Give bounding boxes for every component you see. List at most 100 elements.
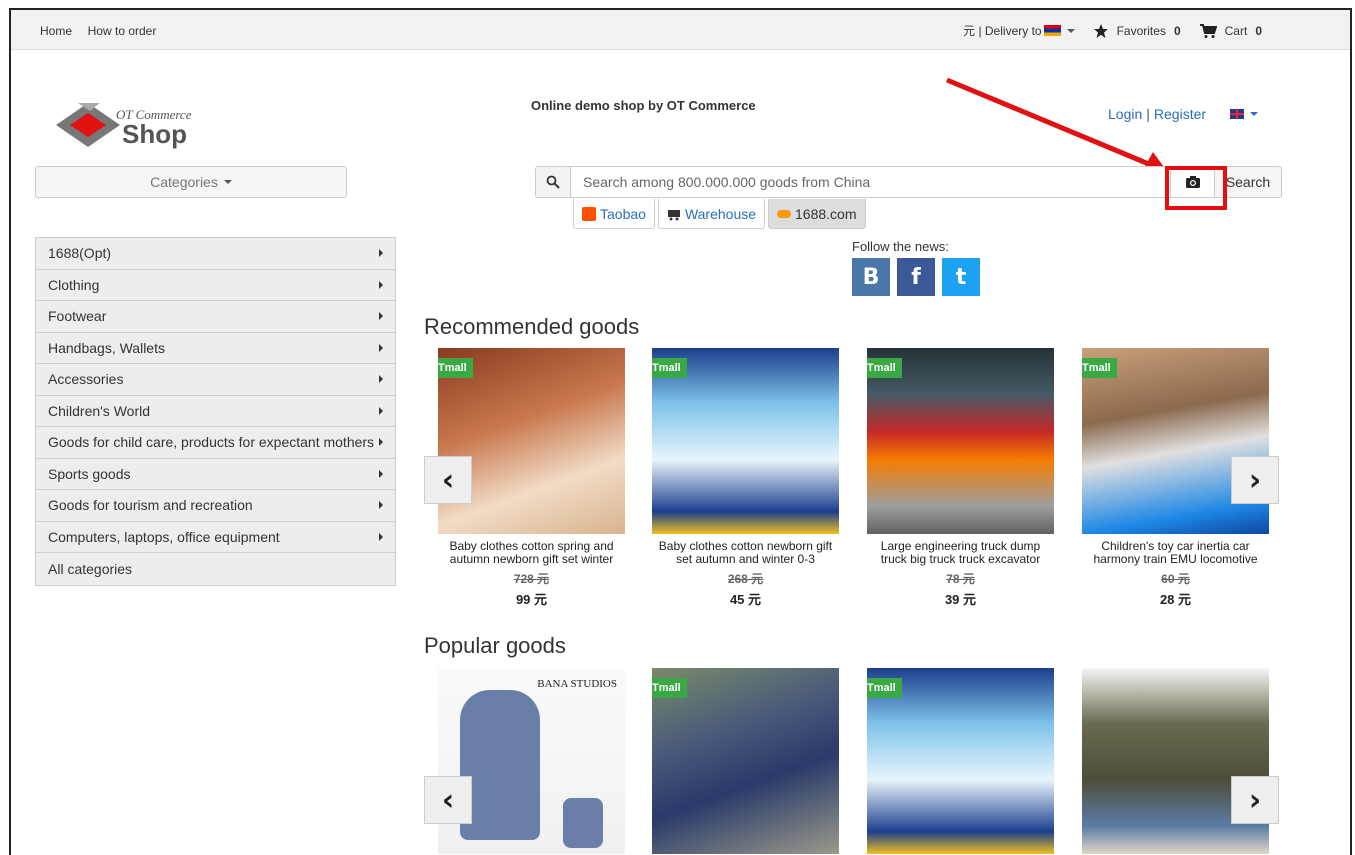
chevron-right-icon (379, 312, 383, 321)
uk-flag-icon[interactable] (1230, 109, 1245, 119)
categories-dropdown-button[interactable]: Categories (35, 166, 347, 198)
tmall-badge: Tmall (1082, 358, 1117, 378)
recommended-prev-button[interactable]: ‹ (424, 456, 472, 504)
vk-icon[interactable]: B (852, 258, 890, 296)
sidebar-item-all-categories[interactable]: All categories (36, 553, 395, 585)
cart-label: Cart (1224, 23, 1248, 38)
popular-title: Popular goods (424, 633, 566, 658)
provider-label: 1688.com (795, 205, 857, 222)
sidebar-item-label: Footwear (48, 308, 107, 325)
chevron-down-icon (1066, 28, 1075, 33)
armenia-flag-icon (1043, 25, 1061, 36)
favorites-link[interactable]: Favorites 0 (1093, 23, 1181, 39)
product-price: 45 元 (729, 592, 762, 607)
popular-prev-button[interactable]: ‹ (424, 776, 472, 824)
camera-highlight-box (1165, 166, 1227, 210)
tmall-badge: Tmall (652, 358, 687, 378)
favorites-count: 0 (1173, 23, 1181, 38)
sidebar-item-1688[interactable]: 1688(Opt) (36, 238, 395, 270)
provider-tab-taobao[interactable]: Taobao (573, 199, 655, 229)
sidebar-item-tourism[interactable]: Goods for tourism and recreation (36, 490, 395, 522)
cart-link[interactable]: Cart 0 (1199, 23, 1262, 39)
chevron-left-icon: ‹ (441, 462, 455, 498)
tmall-badge: Tmall (438, 358, 473, 378)
sidebar-item-label: Goods for tourism and recreation (48, 497, 253, 514)
chevron-right-icon (379, 438, 383, 447)
follow-news-label: Follow the news: (852, 239, 949, 254)
product-price: 28 元 (1159, 592, 1192, 607)
facebook-icon[interactable]: f (897, 258, 935, 296)
chevron-left-icon: ‹ (441, 782, 455, 818)
sidebar-item-label: Children's World (48, 402, 151, 419)
sidebar-item-childrens-world[interactable]: Children's World (36, 395, 395, 427)
product-title[interactable]: Children's toy car inertia car harmony t… (1082, 540, 1269, 566)
popular-next-button[interactable]: › (1231, 776, 1279, 824)
site-logo[interactable]: OT Commerce Shop (56, 95, 216, 155)
product-card[interactable]: BANA STUDIOS (438, 668, 625, 854)
sidebar-item-label: Computers, laptops, office equipment (48, 528, 280, 545)
search-input[interactable] (571, 166, 1171, 198)
delivery-selector[interactable]: 元 | Delivery to (963, 22, 1075, 39)
sidebar-item-sports[interactable]: Sports goods (36, 458, 395, 490)
1688-icon (777, 209, 792, 218)
chevron-right-icon (379, 406, 383, 415)
product-image[interactable]: Tmall (867, 348, 1054, 534)
logo-big-text: Shop (122, 119, 187, 149)
sidebar-item-child-care[interactable]: Goods for child care, products for expec… (36, 427, 395, 459)
provider-tab-warehouse[interactable]: Warehouse (657, 199, 766, 229)
home-link[interactable]: Home (40, 24, 72, 38)
product-image[interactable]: Tmall (438, 348, 625, 534)
sidebar-item-footwear[interactable]: Footwear (36, 301, 395, 333)
product-image[interactable]: Tmall (652, 348, 839, 534)
chevron-right-icon (379, 532, 383, 541)
chevron-right-icon: › (1248, 462, 1262, 498)
product-image[interactable]: BANA STUDIOS (438, 668, 625, 854)
sidebar-item-label: Handbags, Wallets (48, 339, 165, 356)
provider-tab-1688[interactable]: 1688.com (768, 199, 866, 229)
sidebar-item-label: All categories (48, 560, 133, 577)
language-chevron-icon[interactable] (1250, 112, 1259, 116)
provider-label: Warehouse (684, 205, 757, 222)
categories-label: Categories (150, 174, 218, 190)
taobao-icon (582, 206, 596, 221)
star-icon (1093, 23, 1108, 38)
product-card[interactable]: Tmall Large engineering truck dump truck… (867, 348, 1054, 608)
category-sidebar: 1688(Opt) Clothing Footwear Handbags, Wa… (35, 237, 396, 586)
product-old-price: 78 元 (946, 572, 975, 586)
how-to-order-link[interactable]: How to order (88, 24, 157, 38)
product-card[interactable]: Tmall Baby clothes cotton newborn gift s… (652, 348, 839, 608)
coat-thumb-shape (563, 798, 603, 848)
social-icons: B f t (852, 258, 987, 296)
product-title[interactable]: Baby clothes cotton spring and autumn ne… (438, 540, 625, 566)
chevron-right-icon (379, 469, 383, 478)
chevron-right-icon: › (1248, 782, 1262, 818)
top-bar: Home How to order 元 | Delivery to Favori… (11, 10, 1350, 50)
product-image[interactable]: Tmall (867, 668, 1054, 854)
tmall-badge: Tmall (652, 678, 687, 698)
sidebar-item-computers[interactable]: Computers, laptops, office equipment (36, 521, 395, 553)
product-image[interactable] (1082, 668, 1269, 854)
sidebar-item-clothing[interactable]: Clothing (36, 269, 395, 301)
product-card[interactable]: Tmall (652, 668, 839, 854)
sidebar-item-label: Goods for child care, products for expec… (48, 434, 375, 451)
product-old-price: 268 元 (727, 572, 764, 586)
product-card[interactable]: Tmall (867, 668, 1054, 854)
logo-mark: OT Commerce Shop (56, 103, 192, 149)
cart-count: 0 (1255, 23, 1262, 38)
recommended-next-button[interactable]: › (1231, 456, 1279, 504)
product-image[interactable]: Tmall (1082, 348, 1269, 534)
sidebar-item-label: Accessories (48, 371, 124, 388)
cart-icon (1199, 23, 1217, 38)
product-card[interactable] (1082, 668, 1269, 854)
twitter-icon[interactable]: t (942, 258, 980, 296)
product-old-price: 60 元 (1161, 572, 1190, 586)
search-icon[interactable] (535, 166, 571, 198)
product-title[interactable]: Baby clothes cotton newborn gift set aut… (652, 540, 839, 566)
warehouse-icon (667, 209, 680, 220)
sidebar-item-handbags[interactable]: Handbags, Wallets (36, 332, 395, 364)
product-title[interactable]: Large engineering truck dump truck big t… (867, 540, 1054, 566)
product-image[interactable]: Tmall (652, 668, 839, 854)
product-old-price: 728 元 (513, 572, 550, 586)
currency-delivery-label: 元 | Delivery to (963, 24, 1042, 38)
sidebar-item-accessories[interactable]: Accessories (36, 364, 395, 396)
